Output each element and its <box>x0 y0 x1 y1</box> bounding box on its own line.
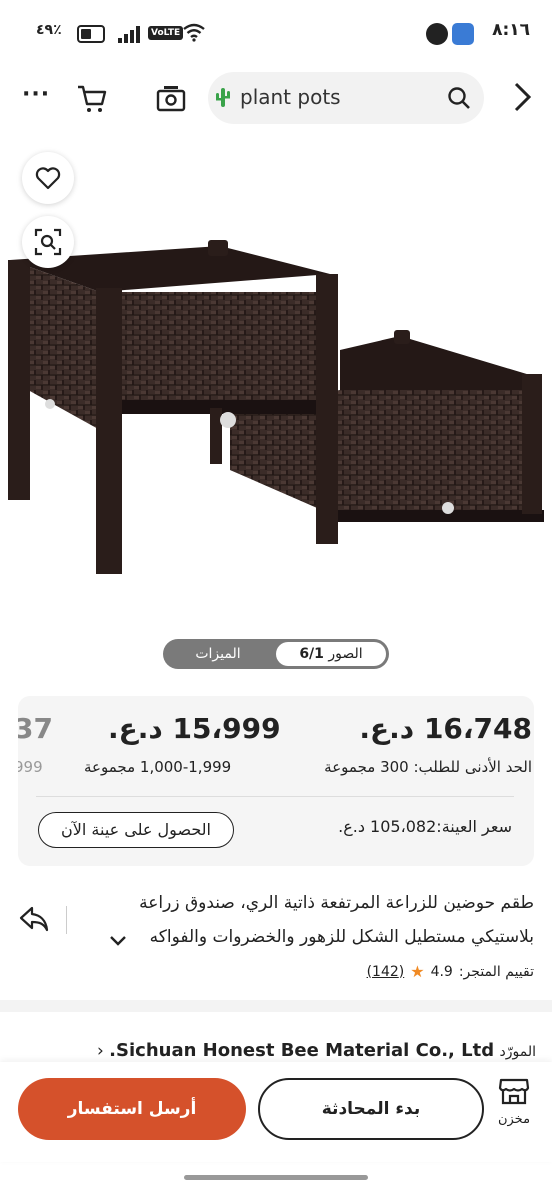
visual-search-icon[interactable] <box>22 216 74 268</box>
store-icon <box>498 1076 530 1106</box>
battery-icon <box>77 25 105 43</box>
product-image[interactable] <box>0 140 552 620</box>
bottom-action-bar: مخزن بدء المحادثة أرسل استفسار <box>0 1062 552 1162</box>
price-tier-1: 16،748 د.ع. <box>359 712 532 745</box>
camera-search-icon[interactable] <box>156 84 186 112</box>
search-query[interactable]: plant pots <box>240 85 341 109</box>
top-nav: ··· plant pots <box>0 70 552 130</box>
tab-photos[interactable]: الصور 6/1 <box>276 642 386 666</box>
volte-badge: VoLTE <box>148 26 184 40</box>
clock: ٨:١٦ <box>492 20 530 40</box>
cart-icon[interactable] <box>76 84 108 114</box>
price-tier-2-currency: د.ع. <box>108 712 163 745</box>
separator <box>66 906 67 934</box>
forward-chevron-icon[interactable] <box>512 80 534 122</box>
divider <box>36 796 514 797</box>
messenger-icon <box>426 23 448 45</box>
tab-features[interactable]: الميزات <box>163 639 273 669</box>
planter-illustration <box>8 240 544 574</box>
share-icon[interactable] <box>18 904 50 934</box>
start-chat-button[interactable]: بدء المحادثة <box>258 1078 484 1140</box>
supplier-name: Sichuan Honest Bee Material Co., Ltd. <box>109 1040 495 1061</box>
price-tier-1-value: 16،748 <box>423 712 532 745</box>
search-icon[interactable] <box>446 85 472 111</box>
price-tier-2: 15،999 د.ع. <box>108 712 281 745</box>
signal-icon <box>118 25 142 43</box>
rating-label: تقييم المتجر: <box>458 963 534 980</box>
price-tier-1-currency: د.ع. <box>359 712 415 745</box>
rating-value: 4.9 <box>430 963 453 980</box>
price-tier-1-moq: الحد الأدنى للطلب: 300 مجموعة <box>324 758 532 776</box>
home-indicator[interactable] <box>184 1175 368 1180</box>
app-icon <box>452 23 474 45</box>
store-label: مخزن <box>497 1112 531 1127</box>
battery-percent: ٤٩٪ <box>36 22 62 38</box>
gallery-toggle: الميزات الصور 6/1 <box>163 639 389 669</box>
store-button[interactable]: مخزن <box>490 1076 538 1127</box>
rating-count[interactable]: (142) <box>367 964 405 980</box>
photo-counter: 6/1 <box>299 646 324 662</box>
star-icon: ★ <box>410 962 425 981</box>
product-title-line-1: طقم حوضين للزراعة المرتفعة ذاتية الري، ص… <box>139 893 534 913</box>
price-tier-3: 37 <box>18 712 53 745</box>
tab-photos-label: الصور <box>328 646 363 662</box>
price-card: 16،748 د.ع. الحد الأدنى للطلب: 300 مجموع… <box>18 696 534 866</box>
product-title-line-2: بلاستيكي مستطيل الشكل للزهور والخضروات و… <box>149 927 534 947</box>
price-tier-2-value: 15،999 <box>172 712 281 745</box>
supplier-label: المورّد <box>499 1044 536 1060</box>
section-gap <box>0 1000 552 1012</box>
search-bar[interactable]: plant pots <box>208 72 484 124</box>
cactus-icon <box>214 86 232 113</box>
get-sample-button[interactable]: الحصول على عينة الآن <box>38 812 234 848</box>
expand-chevron-icon[interactable] <box>108 932 128 953</box>
product-title: طقم حوضين للزراعة المرتفعة ذاتية الري، ص… <box>134 886 534 954</box>
more-options-icon[interactable]: ··· <box>22 82 50 107</box>
status-bar: ٤٩٪ VoLTE ٨:١٦ <box>0 0 552 70</box>
chevron-left-icon: ‹ <box>96 1041 104 1061</box>
price-tier-3-moq: 999 <box>18 758 43 776</box>
favorite-heart-icon[interactable] <box>22 152 74 204</box>
price-tier-2-moq: 1,000-1,999 مجموعة <box>84 758 232 776</box>
store-rating: تقييم المتجر: 4.9 ★ (142) <box>367 962 534 981</box>
sample-price: سعر العينة:105،082 د.ع. <box>338 817 512 836</box>
send-inquiry-button[interactable]: أرسل استفسار <box>18 1078 246 1140</box>
wifi-icon <box>182 22 206 47</box>
